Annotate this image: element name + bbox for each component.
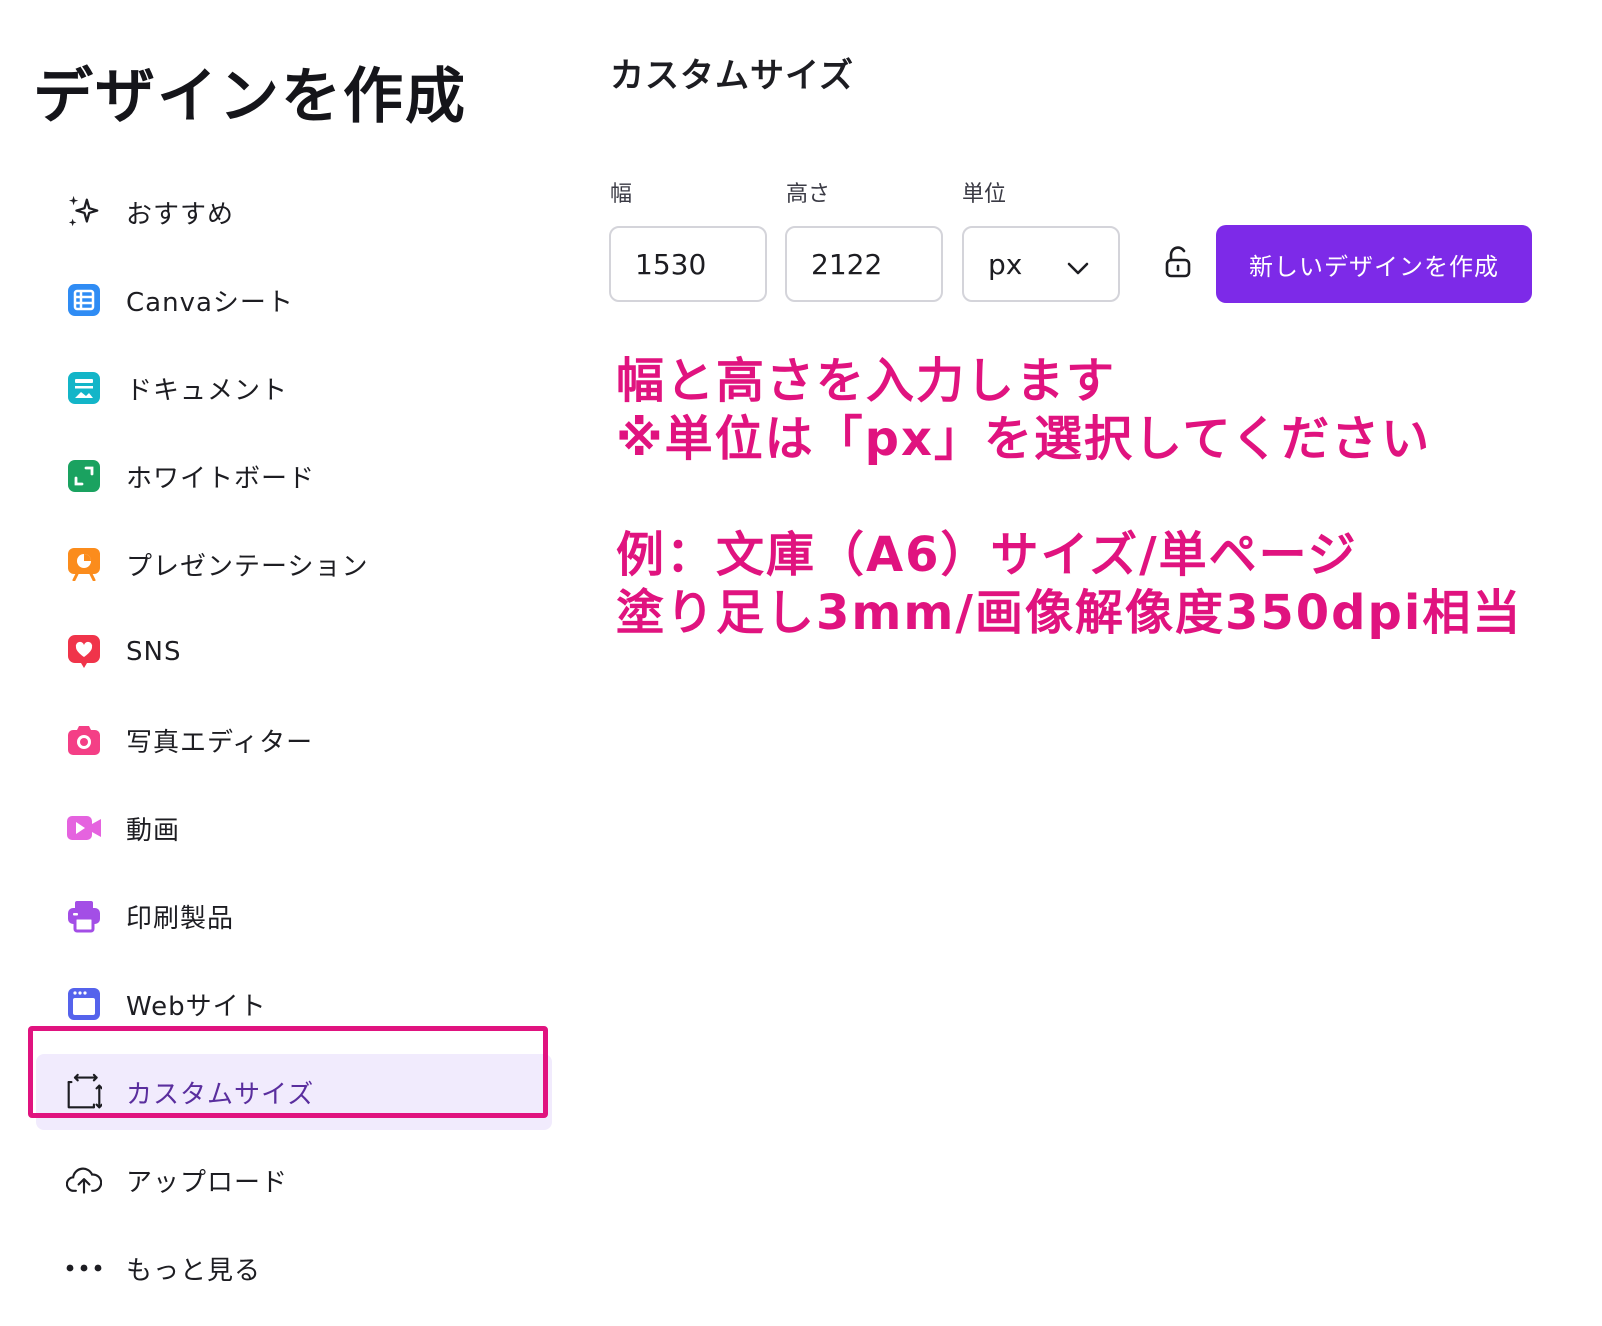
- whiteboard-icon: [66, 458, 102, 494]
- width-label: 幅: [610, 182, 633, 207]
- sparkle-icon: [66, 194, 102, 230]
- unit-select[interactable]: px: [962, 226, 1120, 302]
- sidebar-item-sns[interactable]: SNS: [30, 608, 560, 696]
- chevron-down-icon: [1066, 254, 1090, 287]
- website-icon: [66, 986, 102, 1022]
- create-new-design-button[interactable]: 新しいデザインを作成: [1216, 225, 1532, 303]
- sidebar-item-label: 写真エディター: [126, 727, 314, 758]
- presentation-icon: [66, 546, 102, 582]
- sidebar-item-label: ホワイトボード: [126, 463, 316, 494]
- sidebar-item-photo-editor[interactable]: 写真エディター: [30, 696, 560, 784]
- sidebar-item-video[interactable]: 動画: [30, 784, 560, 872]
- sidebar-item-label: アップロード: [126, 1167, 289, 1198]
- sidebar-item-upload[interactable]: アップロード: [30, 1136, 560, 1224]
- annotation-line-4: 塗り足し3mm/画像解像度350dpi相当: [616, 585, 1523, 641]
- sidebar-item-document[interactable]: ドキュメント: [30, 344, 560, 432]
- sidebar-item-presentation[interactable]: プレゼンテーション: [30, 520, 560, 608]
- unit-value: px: [988, 247, 1023, 281]
- height-input[interactable]: 2122: [785, 226, 943, 302]
- sidebar-item-label: もっと見る: [126, 1255, 262, 1286]
- sidebar-item-website[interactable]: Webサイト: [30, 960, 560, 1048]
- width-value: 1530: [635, 247, 707, 281]
- custom-size-icon: [66, 1073, 102, 1110]
- unit-label: 単位: [962, 182, 1007, 207]
- sidebar-item-label: おすすめ: [126, 199, 235, 230]
- sidebar-item-label: 印刷製品: [126, 903, 235, 934]
- sidebar-item-label: プレゼンテーション: [126, 551, 369, 582]
- sidebar-item-print[interactable]: 印刷製品: [30, 872, 560, 960]
- width-input[interactable]: 1530: [609, 226, 767, 302]
- sidebar-item-canva-sheet[interactable]: Canvaシート: [30, 256, 560, 344]
- sidebar: おすすめ Canvaシート ドキュメント ホワイトボード プレゼンテーション S…: [30, 168, 560, 1312]
- annotation-line-3: 例：文庫（A6）サイズ/単ページ: [616, 527, 1358, 583]
- cloud-upload-icon: [66, 1162, 102, 1198]
- annotation-line-1: 幅と高さを入力します: [616, 353, 1117, 409]
- annotation-line-2: ※単位は「px」を選択してください: [616, 411, 1432, 467]
- custom-size-title: カスタムサイズ: [610, 56, 854, 96]
- heart-icon: [66, 634, 102, 670]
- more-icon: [66, 1250, 102, 1286]
- sidebar-item-recommended[interactable]: おすすめ: [30, 168, 560, 256]
- printer-icon: [66, 898, 102, 934]
- document-icon: [66, 370, 102, 406]
- sidebar-item-custom-size[interactable]: カスタムサイズ: [30, 1048, 560, 1136]
- sidebar-item-label: SNS: [126, 637, 182, 667]
- lock-icon[interactable]: [1164, 246, 1192, 282]
- sheet-icon: [66, 282, 102, 318]
- sidebar-item-more[interactable]: もっと見る: [30, 1224, 560, 1312]
- height-label: 高さ: [786, 182, 831, 207]
- sidebar-item-whiteboard[interactable]: ホワイトボード: [30, 432, 560, 520]
- sidebar-item-label: Webサイト: [126, 991, 267, 1022]
- page-title: デザインを作成: [33, 62, 467, 132]
- sidebar-item-label: ドキュメント: [126, 375, 289, 406]
- sidebar-item-label: 動画: [126, 815, 181, 846]
- sidebar-item-label: カスタムサイズ: [126, 1079, 315, 1110]
- height-value: 2122: [811, 247, 883, 281]
- sidebar-item-label: Canvaシート: [126, 287, 294, 318]
- camera-icon: [66, 722, 102, 758]
- video-icon: [66, 810, 102, 846]
